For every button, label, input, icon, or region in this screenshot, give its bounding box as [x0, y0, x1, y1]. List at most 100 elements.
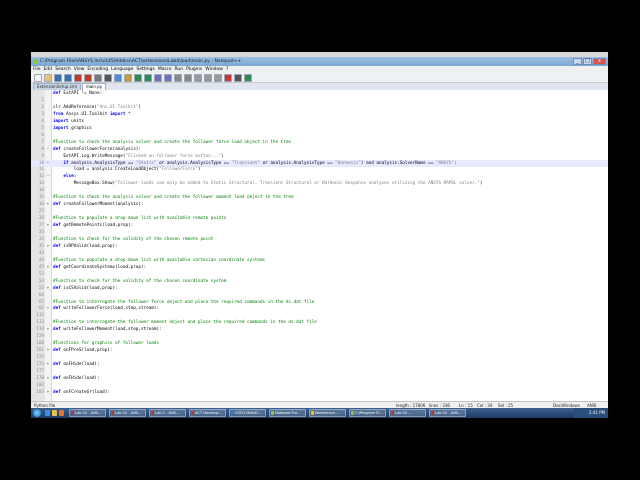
code-line[interactable]: 33: [31, 229, 608, 236]
menu-run[interactable]: Run: [174, 66, 183, 73]
code-line[interactable]: 4 import units: [31, 118, 608, 125]
code-line[interactable]: 34 #Function to check for the validity of…: [31, 236, 608, 243]
fold-expand-icon[interactable]: +: [46, 285, 50, 290]
taskbar-button[interactable]: Lab 2 - ANS...: [149, 409, 186, 417]
menu-window[interactable]: Window: [205, 66, 223, 73]
undo-icon[interactable]: [134, 73, 142, 82]
system-tray[interactable]: 2:41 PM: [574, 408, 608, 418]
macro-stop-icon[interactable]: [234, 73, 242, 82]
code-line[interactable]: 43: [31, 250, 608, 257]
code-line[interactable]: 12− else:: [31, 173, 608, 180]
close-button[interactable]: x: [593, 58, 606, 65]
menu-encoding[interactable]: Encoding: [87, 66, 108, 73]
fold-collapse-icon[interactable]: −: [46, 174, 50, 178]
code-line[interactable]: 35 + def isRPValid(load,prop):: [31, 243, 608, 250]
code-line[interactable]: 178 + def onFHide(load):: [31, 375, 608, 382]
zoom-in-icon[interactable]: [174, 73, 182, 82]
start-orb-icon[interactable]: [33, 409, 41, 417]
code-line[interactable]: 177: [31, 368, 608, 375]
minimize-button[interactable]: _: [573, 58, 582, 65]
code-line[interactable]: 44 #Function to populate a drop-down list…: [31, 257, 608, 264]
menu-settings[interactable]: Settings: [136, 66, 154, 73]
tab-main-py[interactable]: main.py: [81, 83, 107, 90]
code-line[interactable]: 113 #Function to interrogate the follower…: [31, 319, 608, 326]
indent-guide-icon[interactable]: [214, 73, 222, 82]
open-icon[interactable]: [44, 73, 52, 82]
code-line[interactable]: 7 #Function to check the analysis solver …: [31, 139, 608, 146]
fold-expand-icon[interactable]: +: [46, 389, 50, 394]
fold-collapse-icon[interactable]: −: [46, 160, 50, 165]
code-line[interactable]: 66 + def writeFollowerForce(load,step,stre…: [31, 305, 608, 312]
code-line[interactable]: 65 #Function to interrogate the follower …: [31, 299, 608, 306]
code-line[interactable]: 1: [31, 97, 608, 104]
code-line[interactable]: 5 import graphics: [31, 125, 608, 132]
code-line[interactable]: 26 #Function to populate a drop-down list…: [31, 215, 608, 222]
code-line[interactable]: 182: [31, 382, 608, 389]
fold-expand-icon[interactable]: +: [46, 264, 50, 269]
code-line[interactable]: 25: [31, 208, 608, 215]
save-all-icon[interactable]: [64, 73, 72, 82]
cut-icon[interactable]: [104, 73, 112, 82]
clock[interactable]: 2:41 PM: [589, 410, 605, 415]
code-line[interactable]: 45 + def getCoordinateSystems(load,prop):: [31, 264, 608, 271]
menu-help[interactable]: ?: [226, 66, 228, 73]
new-icon[interactable]: [34, 73, 42, 82]
code-line[interactable]: 2 clr.AddReference("Ans.UI.Toolkit"): [31, 104, 608, 111]
taskbar-button[interactable]: Notepad Pro...: [269, 409, 306, 417]
print-icon[interactable]: [94, 73, 102, 82]
taskbar-button[interactable]: Lab 02 - ANS...: [429, 409, 466, 417]
code-line[interactable]: 160 #Functions for graphics of follower l…: [31, 340, 608, 347]
fold-expand-icon[interactable]: +: [46, 306, 50, 310]
title-bar[interactable]: C:\Program Files\ANSYS Inc\v145\Addins\A…: [31, 57, 608, 66]
menu-view[interactable]: View: [74, 66, 85, 73]
taskbar-button[interactable]: VSCO MobiCI...: [229, 409, 266, 417]
zoom-out-icon[interactable]: [184, 73, 192, 82]
code-line[interactable]: 9 ExtAPI.Log.WriteMessage("Clicked on fo…: [31, 153, 608, 160]
fold-expand-icon[interactable]: +: [46, 243, 50, 248]
code-line[interactable]: 161 + def onFPreS(load,prop):: [31, 347, 608, 354]
code-line[interactable]: 114 + def writeFollowerMoment(load,step,st…: [31, 326, 608, 333]
menu-edit[interactable]: Edit: [44, 66, 53, 73]
taskbar-button[interactable]: C:\Program Fi...: [349, 409, 386, 417]
code-line[interactable]: 11 load = analysis.CreateLoadObject("Fol…: [31, 166, 608, 173]
taskbar-button[interactable]: ACT Develop...: [189, 409, 226, 417]
code-line[interactable]: 159: [31, 333, 608, 340]
fold-expand-icon[interactable]: +: [46, 348, 50, 352]
paste-icon[interactable]: [124, 73, 132, 82]
code-line[interactable]: 183 + def onFCreateGr(load):: [31, 389, 608, 396]
macro-record-icon[interactable]: [224, 73, 232, 82]
menu-search[interactable]: Search: [55, 66, 70, 73]
menu-plugins[interactable]: Plugins: [186, 66, 202, 73]
code-line[interactable]: 27 + def getRemotePoints(load,prop):: [31, 222, 608, 229]
explorer-icon[interactable]: [52, 410, 57, 416]
code-line[interactable]: 173 + def onFHide(load):: [31, 361, 608, 368]
close-icon[interactable]: [74, 73, 82, 82]
fold-expand-icon[interactable]: +: [46, 375, 50, 380]
sync-icon[interactable]: [194, 73, 202, 82]
code-line[interactable]: 14: [31, 187, 608, 194]
copy-icon[interactable]: [114, 73, 122, 82]
code-line[interactable]: 8− def createFollowerForce(analysis):: [31, 146, 608, 153]
menu-macro[interactable]: Macro: [158, 66, 172, 73]
taskbar-button[interactable]: Lab 02 ...: [389, 409, 426, 417]
code-line[interactable]: 3 from Ansys.UI.Toolkit import *: [31, 111, 608, 118]
code-line[interactable]: 55 + def isCSValid(load,prop):: [31, 285, 608, 292]
menu-file[interactable]: File: [33, 66, 41, 73]
code-line[interactable]: 112: [31, 312, 608, 319]
menu-language[interactable]: Language: [111, 66, 133, 73]
code-line[interactable]: 6: [31, 132, 608, 139]
wrap-icon[interactable]: [204, 73, 212, 82]
ie-icon[interactable]: [45, 410, 50, 416]
media-icon[interactable]: [59, 410, 64, 416]
redo-icon[interactable]: [144, 73, 152, 82]
taskbar-button[interactable]: Lab 01 - ANS...: [69, 409, 106, 417]
tab-extensionsetup-xml[interactable]: ExtensionSetup.xml: [33, 83, 81, 90]
maximize-button[interactable]: □: [583, 58, 592, 65]
close-all-icon[interactable]: [84, 73, 92, 82]
code-line[interactable]: 10− if analysis.AnalysisType == "Static"…: [31, 159, 608, 167]
taskbar-button[interactable]: Workbench...: [309, 409, 346, 417]
code-line[interactable]: 13 MessageBox.Show("Follower loads can o…: [31, 180, 608, 187]
fold-expand-icon[interactable]: +: [46, 327, 50, 331]
code-editor[interactable]: def ExtAPI != None: 1 2 clr.AddReference("A…: [31, 90, 608, 401]
code-line[interactable]: 16 + def createFollowerMoment(analysis):: [31, 201, 608, 208]
